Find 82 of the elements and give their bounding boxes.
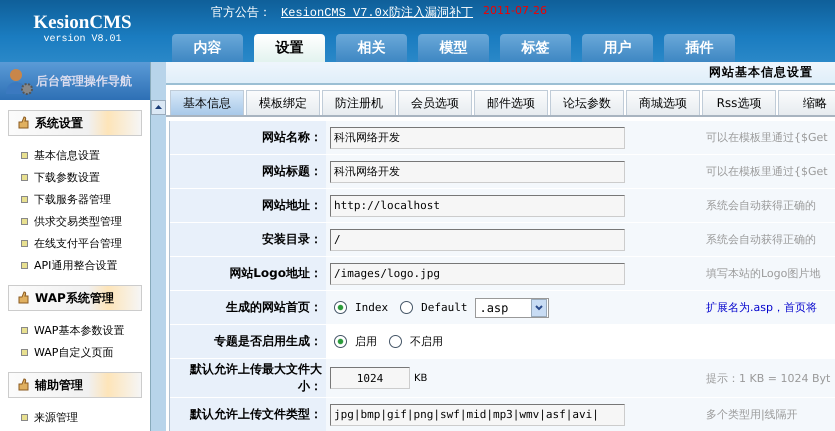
settings-tab[interactable]: 基本信息 <box>170 90 244 115</box>
sidebar-link[interactable]: 供求交易类型管理 <box>34 214 122 229</box>
notice-date: 2011-07-26 <box>483 4 547 19</box>
input-field[interactable]: 科汛网络开发 <box>330 126 625 148</box>
hint-link[interactable]: 扩展名为.asp，首页将 <box>706 300 817 315</box>
hint-text: 多个类型用|线隔开 <box>706 407 798 422</box>
field-label: 网站地址： <box>170 189 326 222</box>
settings-tab[interactable]: 缩略 <box>778 90 835 115</box>
radio-label[interactable]: 不启用 <box>410 334 443 349</box>
settings-tab[interactable]: 会员选项 <box>398 90 472 115</box>
settings-tab[interactable]: 防注册机 <box>322 90 396 115</box>
thumbs-up-icon <box>17 291 29 305</box>
radio-button[interactable] <box>334 335 347 348</box>
bullet-icon <box>21 240 28 247</box>
field-label: 网站Logo地址： <box>170 257 326 290</box>
sidebar-link[interactable]: 基本信息设置 <box>34 148 100 163</box>
page-title: 网站基本信息设置 <box>709 64 813 81</box>
input-field[interactable]: 科汛网络开发 <box>330 160 625 182</box>
input-field[interactable]: /images/logo.jpg <box>330 262 625 284</box>
version-text: version V8.01 <box>43 34 122 45</box>
settings-tab[interactable]: Rss选项 <box>702 90 776 115</box>
notice-label: 官方公告： <box>211 4 271 21</box>
input-field[interactable]: http://localhost <box>330 194 625 216</box>
user-gear-icon <box>4 66 34 96</box>
bullet-icon <box>21 174 28 181</box>
bullet-icon <box>21 152 28 159</box>
bullet-icon <box>21 327 28 334</box>
radio-label[interactable]: Index <box>355 301 388 314</box>
hint-text: 填写本站的Logo图片地 <box>706 266 820 281</box>
sidebar-link[interactable]: WAP自定义页面 <box>34 345 114 360</box>
settings-tab[interactable]: 模板绑定 <box>246 90 320 115</box>
dropdown[interactable]: .asp <box>475 298 550 318</box>
radio-label[interactable]: 启用 <box>355 334 377 349</box>
radio-button[interactable] <box>389 335 402 348</box>
notice-link[interactable]: KesionCMS V7.0x防注入漏洞补丁 <box>281 4 474 25</box>
sidebar-link[interactable]: 来源管理 <box>34 410 78 425</box>
sidebar-link[interactable]: 下载参数设置 <box>34 170 100 185</box>
thumbs-up-icon <box>17 378 29 392</box>
sidebar-link[interactable]: WAP基本参数设置 <box>34 323 124 338</box>
thumbs-up-icon <box>17 116 29 130</box>
section-header[interactable]: 辅助管理 <box>8 372 142 398</box>
scrollbar[interactable] <box>150 62 166 431</box>
field-label: 网站标题： <box>170 155 326 188</box>
radio-button[interactable] <box>400 301 414 314</box>
sidebar-title: 后台管理操作导航 <box>36 72 132 90</box>
field-label: 生成的网站首页： <box>170 291 326 324</box>
nav-tab[interactable]: 设置 <box>254 34 325 62</box>
field-label: 网站名称： <box>170 121 326 154</box>
section-title: 辅助管理 <box>35 376 83 394</box>
radio-label[interactable]: Default <box>421 301 468 314</box>
input-field[interactable]: / <box>330 228 625 250</box>
bullet-icon <box>21 414 28 421</box>
settings-tab[interactable]: 商城选项 <box>626 90 700 115</box>
field-label: 专题是否启用生成： <box>170 325 326 358</box>
section-header[interactable]: 系统设置 <box>8 110 142 136</box>
input-field[interactable]: 1024 <box>330 367 410 389</box>
settings-tab[interactable]: 论坛参数 <box>550 90 624 115</box>
field-label: 默认允许上传最大文件大小： <box>170 359 326 397</box>
hint-text: 系统会自动获得正确的 <box>706 198 816 213</box>
hint-text: 系统会自动获得正确的 <box>706 232 816 247</box>
section-title: WAP系统管理 <box>35 290 114 306</box>
bullet-icon <box>21 196 28 203</box>
field-label: 默认允许上传文件类型： <box>170 398 326 431</box>
bullet-icon <box>21 349 28 356</box>
input-field[interactable]: jpg|bmp|gif|png|swf|mid|mp3|wmv|asf|avi| <box>330 404 625 426</box>
hint-text: 可以在模板里通过{$Get <box>706 164 828 179</box>
sidebar-link[interactable]: 在线支付平台管理 <box>34 236 122 251</box>
hint-text: 提示：1 KB = 1024 Byt <box>706 370 830 386</box>
sidebar-link[interactable]: 下载服务器管理 <box>34 192 111 207</box>
settings-tab[interactable]: 邮件选项 <box>474 90 548 115</box>
sidebar-link[interactable]: API通用整合设置 <box>34 258 118 273</box>
unit-label: KB <box>414 372 428 384</box>
section-header[interactable]: WAP系统管理 <box>8 285 142 311</box>
chevron-down-icon <box>531 298 548 316</box>
bullet-icon <box>21 262 28 269</box>
radio-button[interactable] <box>334 301 347 314</box>
field-label: 安装目录： <box>170 223 326 256</box>
bullet-icon <box>21 218 28 225</box>
scroll-up-icon[interactable] <box>151 100 166 115</box>
hint-text: 可以在模板里通过{$Get <box>706 130 828 145</box>
logo-text: KesionCMS <box>33 12 132 34</box>
section-title: 系统设置 <box>35 114 83 132</box>
